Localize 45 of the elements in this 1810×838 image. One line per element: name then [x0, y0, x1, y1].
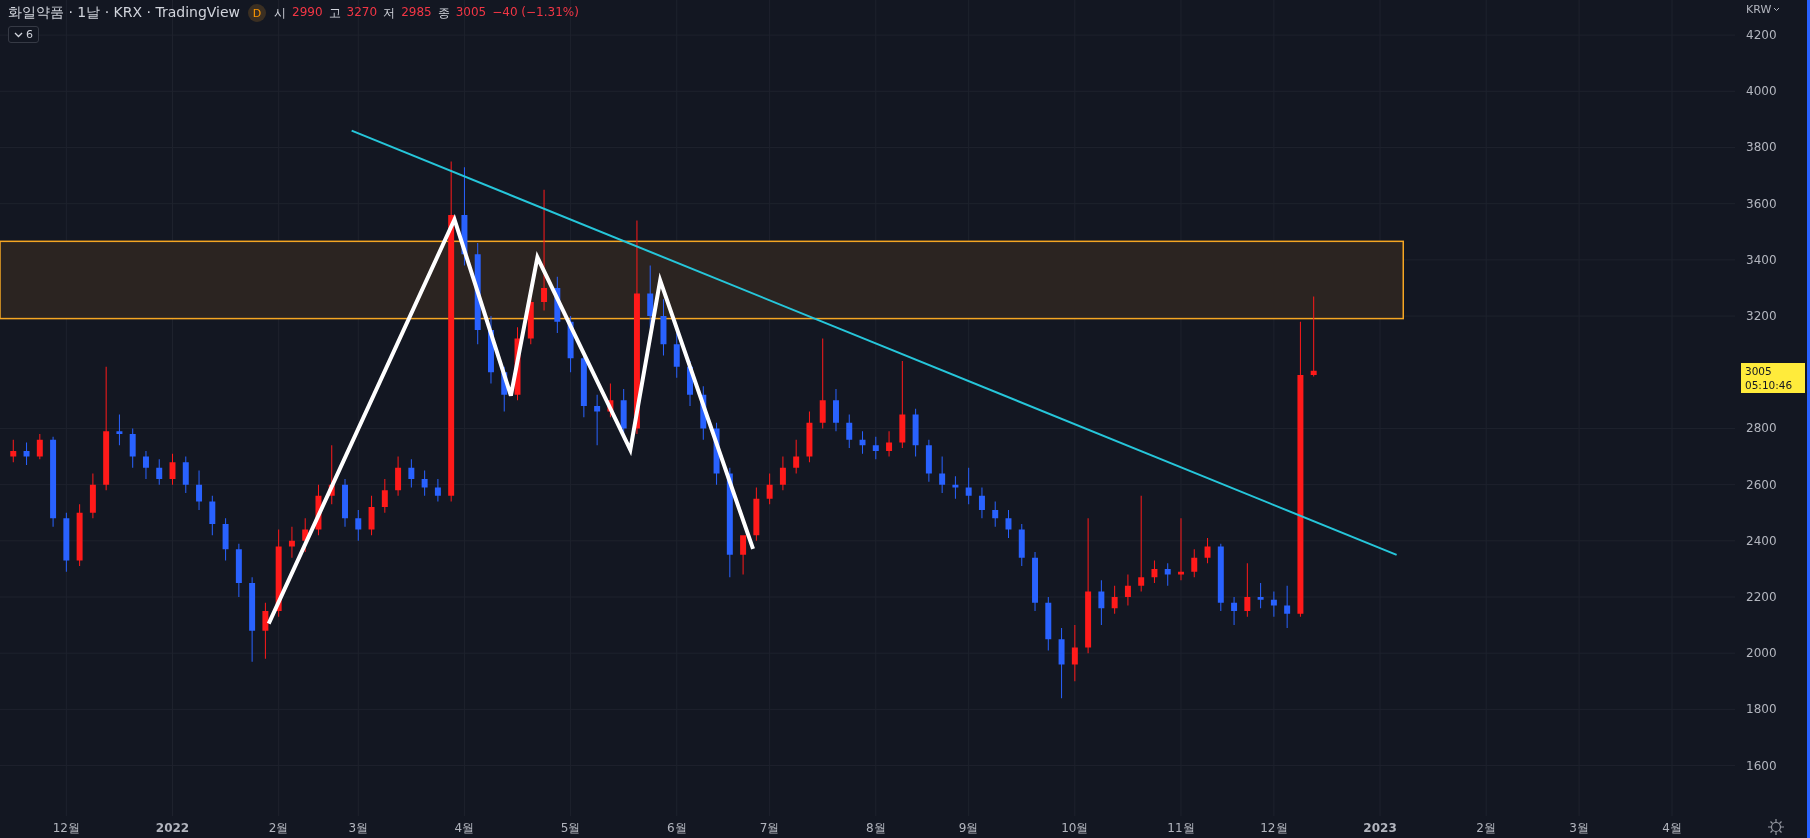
bar-countdown: 05:10:46 — [1745, 378, 1794, 392]
chart-title: 화일약품 · 1날 · KRX · TradingView — [8, 4, 241, 22]
axis-label: 12월 — [52, 821, 80, 835]
axis-label: 2600 — [1746, 477, 1777, 492]
currency-label[interactable]: KRW — [1746, 3, 1772, 16]
axis-label: 3800 — [1746, 140, 1777, 155]
axis-label: 3월 — [1569, 821, 1589, 835]
axis-label: 4월 — [454, 821, 475, 835]
axis-label: 9월 — [958, 821, 979, 835]
axis-label: 10월 — [1061, 821, 1089, 835]
axis-label: 3200 — [1746, 309, 1777, 324]
axis-label: 2022 — [155, 821, 190, 835]
axis-label: 2200 — [1746, 590, 1777, 604]
axis-label: 3600 — [1746, 196, 1777, 211]
axis-label: 5월 — [560, 821, 581, 835]
axis-label: 2400 — [1746, 533, 1777, 548]
axis-label: 1800 — [1746, 702, 1777, 717]
axis-label: 6월 — [666, 821, 687, 835]
axis-label: 1600 — [1746, 758, 1777, 773]
axis-label: 11월 — [1167, 821, 1195, 835]
axis-label: 4월 — [1662, 821, 1682, 835]
axis-label: 2023 — [1363, 821, 1397, 835]
axis-label: 12월 — [1260, 821, 1288, 835]
indicator-toggle[interactable]: 6 — [8, 26, 39, 43]
axis-label: 2월 — [268, 821, 289, 835]
axis-label: 3월 — [348, 821, 369, 835]
axis-label: 2800 — [1746, 421, 1777, 436]
axis-label: 2000 — [1746, 646, 1777, 661]
ohlc-label: 고 — [328, 4, 341, 22]
ohlc-label: 저 — [383, 4, 396, 22]
ohlc-value: 2990 — [292, 4, 323, 21]
ohlc-value: 3005 — [455, 4, 487, 21]
axis-label: 4000 — [1746, 84, 1777, 99]
axis-label: 8월 — [865, 821, 886, 835]
price-change: −40 (−1.31%) — [492, 4, 579, 21]
interval-badge[interactable]: D — [248, 4, 267, 22]
ohlc-value: 3270 — [346, 4, 378, 21]
axis-label: 2월 — [1476, 821, 1496, 835]
axis-label: 3400 — [1746, 252, 1777, 267]
axis-label: 7월 — [759, 821, 780, 835]
ohlc-label: 종 — [437, 4, 450, 22]
last-price: 3005 — [1745, 364, 1773, 378]
axis-label: 4200 — [1746, 28, 1777, 43]
ohlc-label: 시 — [274, 4, 287, 22]
ohlc-value: 2985 — [401, 4, 432, 21]
